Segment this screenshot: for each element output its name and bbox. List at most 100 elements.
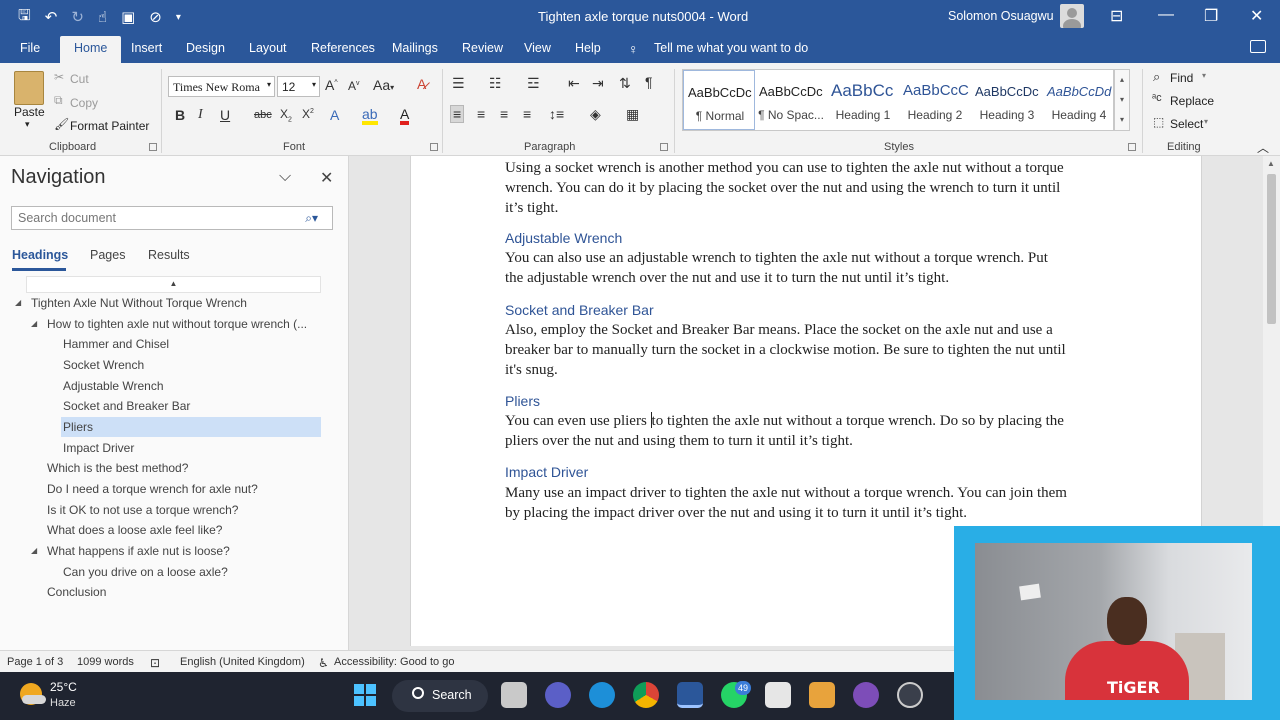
tab-design[interactable]: Design (186, 41, 225, 55)
paragraph-impact-driver[interactable]: Many use an impact driver to tighten the… (505, 483, 1115, 523)
store-icon[interactable] (765, 682, 791, 708)
increase-indent-icon[interactable]: ⇥ (592, 75, 604, 92)
copy-icon[interactable]: ⧉ (54, 93, 63, 108)
proofing-icon[interactable]: ⊡ (150, 656, 160, 670)
styles-launcher-icon[interactable] (1128, 143, 1136, 151)
paste-icon[interactable] (14, 71, 44, 105)
numbering-icon[interactable]: ☷ (489, 75, 502, 92)
paragraph-pliers[interactable]: You can even use pliers to tighten the a… (505, 411, 1115, 451)
heading-item-selected[interactable]: Pliers (61, 417, 321, 437)
tab-view[interactable]: View (524, 41, 551, 55)
collapse-triangle-icon[interactable]: ◢ (31, 546, 37, 555)
font-name-select[interactable]: Times New Roma ▾ (168, 76, 275, 97)
align-center-icon[interactable]: ≡ (477, 106, 485, 122)
tab-results[interactable]: Results (148, 248, 190, 262)
search-icon[interactable]: ⌕▾ (305, 211, 318, 226)
customize-qat-icon[interactable]: ▾ (176, 12, 181, 23)
app-icon[interactable] (809, 682, 835, 708)
heading-item[interactable]: Socket and Breaker Bar (63, 396, 190, 416)
style-normal[interactable]: AaBbCcDc ¶ Normal (683, 70, 755, 130)
tab-references[interactable]: References (311, 41, 375, 55)
sort-icon[interactable]: ⇅ (619, 75, 631, 92)
shading-icon[interactable]: ◈ (590, 106, 601, 123)
close-window-icon[interactable]: ✕ (1250, 6, 1263, 26)
heading-item[interactable]: Which is the best method? (47, 458, 188, 478)
copy-button[interactable]: Copy (70, 96, 98, 110)
page-count[interactable]: Page 1 of 3 (7, 656, 63, 668)
font-size-select[interactable]: 12 ▾ (277, 76, 320, 97)
highlight-color-icon[interactable]: ab (362, 107, 378, 125)
heading-item[interactable]: Tighten Axle Nut Without Torque Wrench (31, 293, 247, 313)
format-icon[interactable]: ⊘ (149, 8, 162, 26)
start-icon[interactable] (352, 682, 378, 708)
styles-scroll[interactable]: ▴ ▾ ▾ (1114, 69, 1130, 131)
borders-icon[interactable]: ▦ (626, 106, 639, 123)
tab-layout[interactable]: Layout (249, 41, 287, 55)
save-icon[interactable]: 🖫 (18, 5, 31, 30)
heading-item[interactable]: Impact Driver (63, 438, 134, 458)
heading-socket-breaker-bar[interactable]: Socket and Breaker Bar (505, 302, 654, 318)
collapse-triangle-icon[interactable]: ◢ (15, 298, 21, 307)
tab-headings[interactable]: Headings (12, 248, 68, 262)
heading-item[interactable]: Socket Wrench (63, 355, 144, 375)
language-indicator[interactable]: English (United Kingdom) (180, 656, 305, 668)
replace-button[interactable]: Replace (1170, 94, 1214, 108)
tab-file[interactable]: File (20, 41, 40, 55)
scroll-up-bar[interactable]: ▲ (26, 276, 321, 293)
clipboard-launcher-icon[interactable] (149, 143, 157, 151)
edge-icon[interactable] (589, 682, 615, 708)
chevron-down-icon[interactable]: ⌵ (279, 168, 291, 186)
maximize-icon[interactable]: ❐ (1204, 6, 1218, 26)
subscript-icon[interactable]: X2 (280, 107, 292, 123)
tab-pages[interactable]: Pages (90, 248, 125, 262)
show-formatting-marks-icon[interactable]: ¶ (645, 74, 653, 90)
grow-font-icon[interactable]: A^ (325, 77, 338, 93)
underline-icon[interactable]: U (220, 107, 230, 123)
bullets-icon[interactable]: ☰ (452, 75, 465, 92)
italic-icon[interactable]: I (198, 107, 203, 123)
heading-item[interactable]: What happens if axle nut is loose? (47, 541, 230, 561)
find-icon[interactable]: ⌕ (1153, 69, 1160, 85)
word-icon[interactable] (677, 682, 703, 708)
heading-item[interactable]: What does a loose axle feel like? (47, 520, 222, 540)
heading-adjustable-wrench[interactable]: Adjustable Wrench (505, 230, 622, 246)
collapse-triangle-icon[interactable]: ◢ (31, 319, 37, 328)
media-player-icon[interactable] (853, 682, 879, 708)
chrome-icon[interactable] (633, 682, 659, 708)
accessibility-status[interactable]: Accessibility: Good to go (334, 656, 454, 668)
align-left-icon[interactable]: ≡ (450, 105, 465, 123)
cut-button[interactable]: Cut (70, 72, 89, 86)
heading-pliers[interactable]: Pliers (505, 393, 540, 409)
align-right-icon[interactable]: ≡ (500, 106, 508, 122)
justify-icon[interactable]: ≡ (523, 106, 531, 122)
weather-condition[interactable]: Haze (50, 697, 76, 709)
paste-button[interactable]: Paste (14, 105, 45, 119)
replace-icon[interactable]: ᵃc (1152, 92, 1162, 104)
heading-item[interactable]: Can you drive on a loose axle? (63, 562, 228, 582)
find-button[interactable]: Find (1170, 71, 1193, 85)
decrease-indent-icon[interactable]: ⇤ (568, 75, 580, 92)
taskbar-search[interactable]: Search (392, 680, 488, 712)
heading-item[interactable]: Conclusion (47, 582, 106, 602)
bold-icon[interactable]: B (175, 107, 185, 123)
font-launcher-icon[interactable] (430, 143, 438, 151)
close-icon[interactable]: ✕ (320, 168, 333, 188)
undo-icon[interactable]: ↶ (45, 8, 58, 26)
ribbon-display-options-icon[interactable]: ⊟ (1110, 6, 1123, 26)
collapse-ribbon-icon[interactable]: ︿ (1257, 139, 1269, 156)
redo-icon[interactable]: ↻ (71, 8, 84, 26)
recorder-icon[interactable] (897, 682, 923, 708)
search-document-input[interactable]: Search document ⌕▾ (11, 206, 333, 230)
select-button[interactable]: Select (1170, 117, 1203, 131)
tab-insert[interactable]: Insert (131, 41, 162, 55)
comments-icon[interactable] (1250, 40, 1266, 53)
tell-me-search[interactable]: Tell me what you want to do (654, 41, 808, 55)
paste-dropdown-icon[interactable]: ▾ (25, 119, 30, 130)
select-icon[interactable]: ⬚ (1153, 115, 1164, 129)
scroll-up-arrow-icon[interactable]: ▲ (1267, 159, 1275, 168)
shrink-font-icon[interactable]: Av (348, 79, 360, 93)
paragraph-launcher-icon[interactable] (660, 143, 668, 151)
tab-review[interactable]: Review (462, 41, 503, 55)
cut-icon[interactable]: ✂ (54, 70, 64, 84)
clear-formatting-icon[interactable]: A̷ (417, 76, 426, 92)
